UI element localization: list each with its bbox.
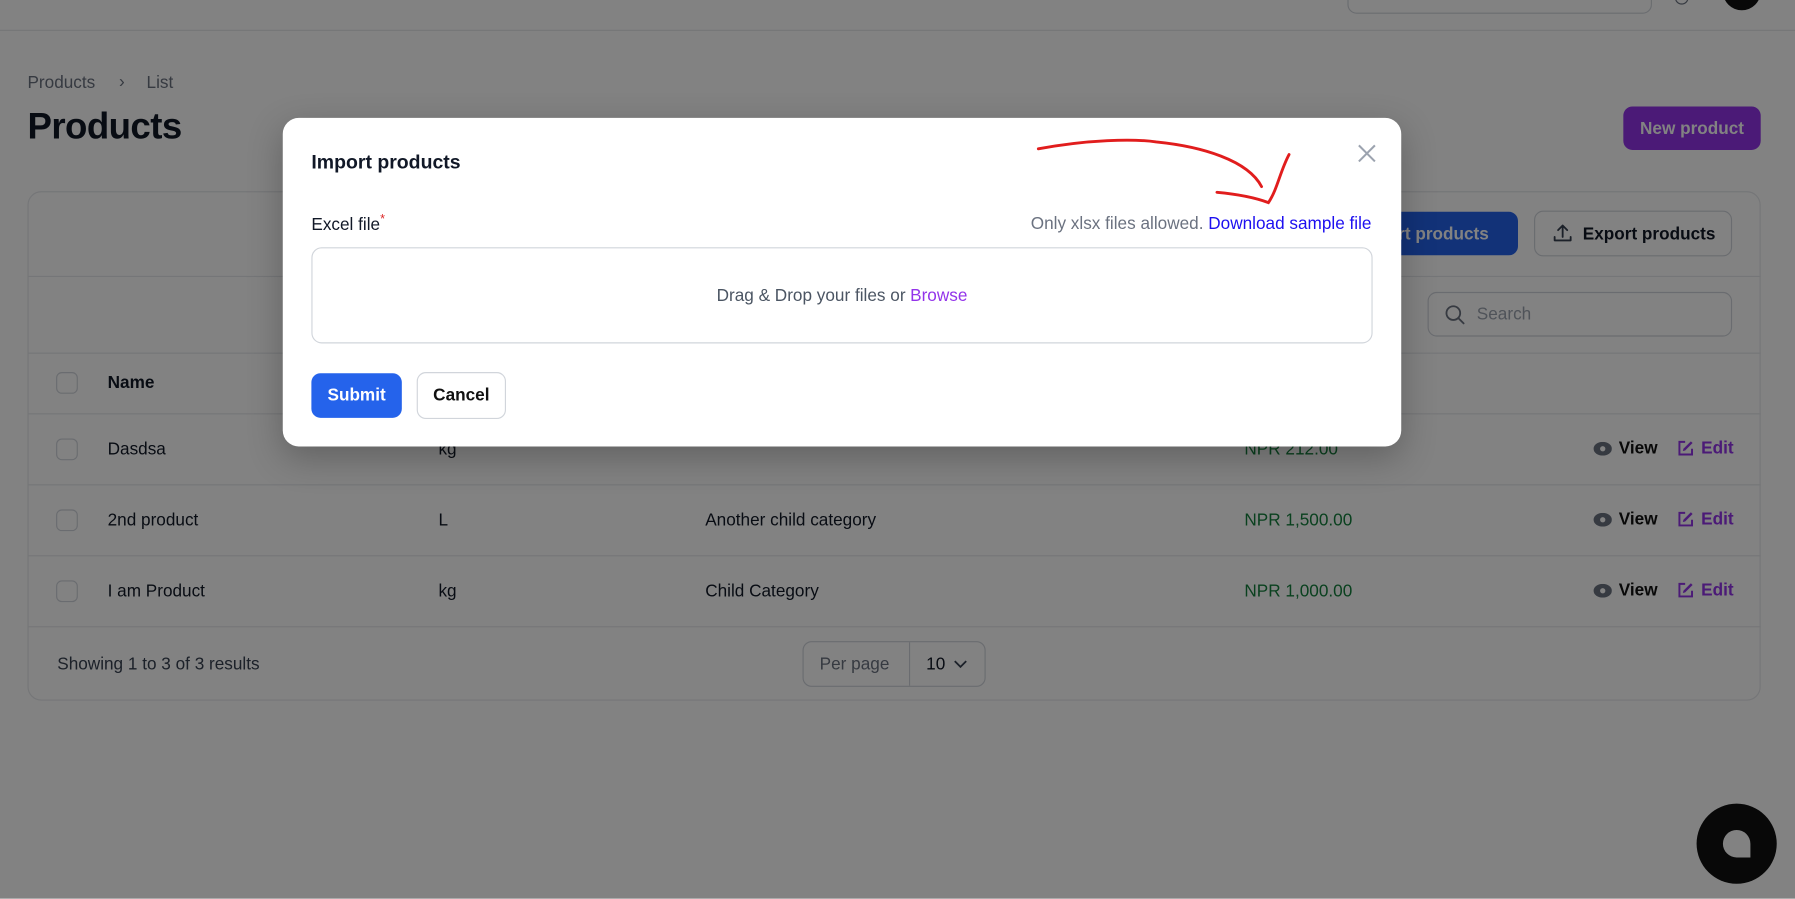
red-arrow-annotation (1036, 138, 1291, 205)
app: Products › List Products New product Imp… (0, 0, 1795, 899)
